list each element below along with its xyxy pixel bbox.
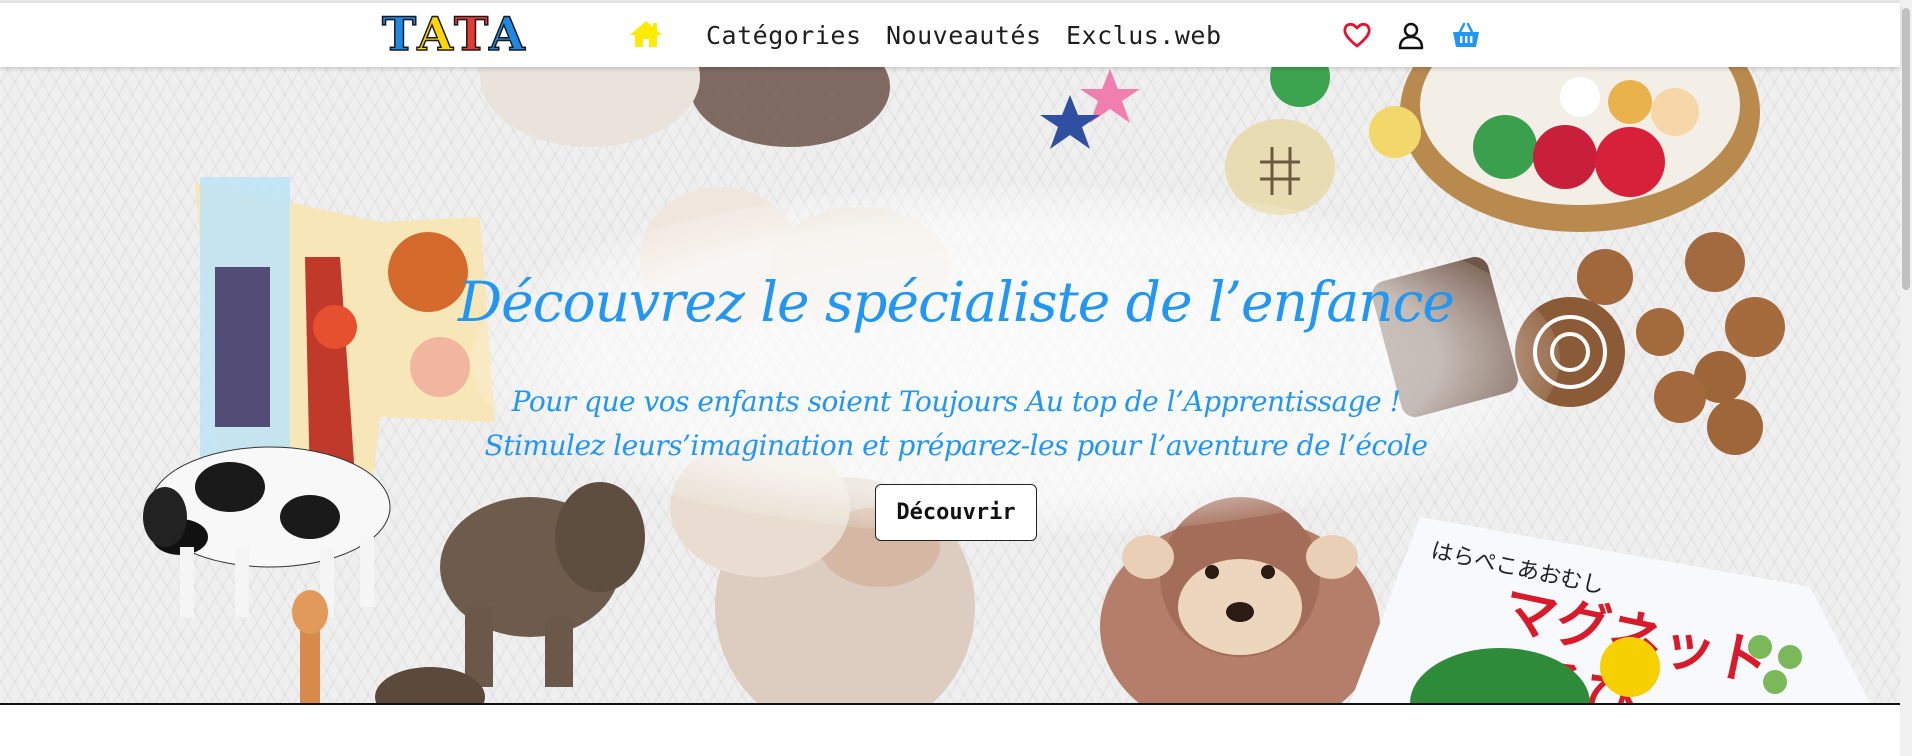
hero-banner: はらぺこあおむし マグネット あそび Découvrez le spéciali…	[0, 67, 1900, 703]
hero-subtitle-line1: Pour que vos enfants soient Toujours Au …	[511, 385, 1401, 418]
nav-categories[interactable]: Catégories	[706, 21, 862, 51]
discover-button[interactable]: Découvrir	[875, 484, 1037, 541]
basket-icon[interactable]	[1451, 20, 1481, 50]
logo-letter: A	[416, 7, 454, 61]
heart-icon[interactable]	[1342, 20, 1372, 50]
nav-exclusive-web[interactable]: Exclus.web	[1066, 21, 1222, 51]
hero-text-backdrop	[470, 185, 1560, 535]
user-icon[interactable]	[1396, 20, 1426, 50]
site-header: TATA Catégories Nouveautés Exclus.web	[0, 3, 1900, 67]
scrollbar-thumb[interactable]	[1902, 8, 1910, 290]
home-icon[interactable]	[628, 19, 664, 49]
logo[interactable]: TATA	[381, 7, 526, 61]
hero-bottom-border	[0, 703, 1902, 705]
scrollbar[interactable]	[1900, 0, 1912, 756]
logo-letter: T	[453, 7, 490, 61]
logo-letter: A	[488, 7, 526, 61]
hero-subtitle-line2: Stimulez leurs’imagination et préparez-l…	[484, 429, 1428, 462]
hero-title: Découvrez le spécialiste de l’enfance	[458, 270, 1455, 334]
nav-new[interactable]: Nouveautés	[886, 21, 1042, 51]
logo-letter: T	[381, 7, 418, 61]
